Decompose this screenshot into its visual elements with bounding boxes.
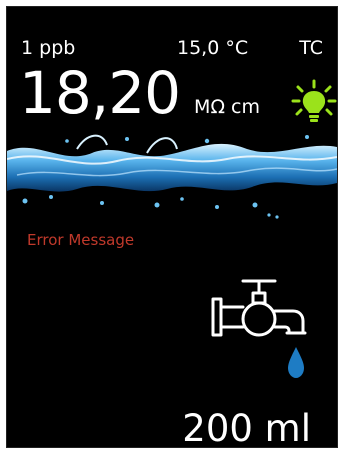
purity-readout: 1 ppb [21,37,76,59]
light-bulb-icon [291,79,337,122]
device-display: 1 ppb 15,0 °C TC 18,20 MΩ cm Error Messa… [6,6,338,448]
resistivity-value: 18,20 [19,59,181,127]
error-message: Error Message [27,231,135,249]
resistivity-unit: MΩ cm [194,96,260,118]
resistivity-reading: 18,20 MΩ cm [19,59,260,127]
temperature-compensation-label: TC [299,37,323,59]
water-tap-icon[interactable] [209,273,313,385]
temperature-readout: 15,0 °C [177,37,249,59]
water-splash-image [7,134,337,219]
dispense-volume[interactable]: 200 ml [182,407,311,447]
